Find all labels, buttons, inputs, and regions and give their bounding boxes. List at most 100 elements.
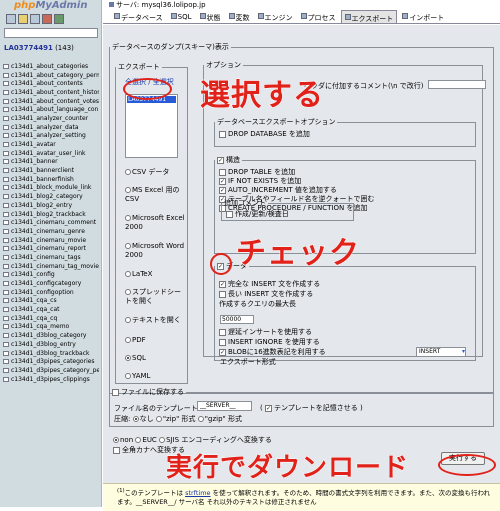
sidebar-table-label[interactable]: c134d1_bannerfinish [11,176,74,183]
table-icon[interactable] [3,237,9,243]
auto-increment-checkbox[interactable] [219,186,226,194]
table-icon[interactable] [3,115,9,121]
drop-database-option[interactable]: DROP DATABASE を追加 [219,129,310,139]
sidebar-table-item[interactable]: c134d1_cinemaru_genre [3,227,99,236]
format-word-2000[interactable]: Microsoft Word 2000 [125,242,187,260]
sidebar-table-item[interactable]: c134d1_d3blog_trackback [3,349,99,358]
filename-template-input[interactable]: __SERVER__ [197,401,252,411]
sidebar-table-item[interactable]: c134d1_about_category_perm [3,71,99,80]
sidebar-table-label[interactable]: c134d1_blog2_trackback [11,211,86,218]
sidebar-table-item[interactable]: c134d1_cqa_cs [3,297,99,306]
extended-insert-checkbox[interactable] [219,290,226,298]
if-not-exists-checkbox[interactable] [219,177,226,185]
radio-excel-2000[interactable] [125,215,131,221]
sidebar-table-item[interactable]: c134d1_about_content_votes [3,97,99,106]
timestamp-checkbox[interactable] [226,210,233,218]
table-icon[interactable] [3,289,9,295]
sidebar-table-label[interactable]: c134d1_avatar_user_link [11,150,85,157]
format-sql[interactable]: SQL [125,354,187,363]
table-icon[interactable] [3,211,9,217]
table-icon[interactable] [3,359,9,365]
table-icon[interactable] [3,107,9,113]
help-icon[interactable] [42,14,52,24]
compress-none-radio[interactable] [132,416,139,422]
sidebar-table-item[interactable]: c134d1_about_language_con [3,105,99,114]
sidebar-table-item[interactable]: c134d1_d3pipes_category_pe [3,366,99,375]
sidebar-table-label[interactable]: c134d1_config [11,271,55,278]
sidebar-table-label[interactable]: c134d1_analyzer_data [11,124,79,131]
sidebar-table-label[interactable]: c134d1_cinemaru_report [11,245,86,252]
table-icon[interactable] [3,333,9,339]
format-text[interactable]: テキストを開く [125,316,187,325]
sidebar-table-label[interactable]: c134d1_cinemaru_movie [11,237,86,244]
sidebar-table-item[interactable]: c134d1_d3blog_entry [3,340,99,349]
export-type-select[interactable]: INSERT ▾ [416,347,466,357]
sidebar-table-label[interactable]: c134d1_cinemaru_genre [11,228,85,235]
save-file-checkbox[interactable] [112,388,119,396]
sidebar-table-label[interactable]: c134d1_about_categories [11,63,88,70]
sidebar-table-item[interactable]: c134d1_about_categories [3,62,99,71]
sidebar-table-item[interactable]: c134d1_block_module_link [3,184,99,193]
refresh-icon[interactable] [54,14,64,24]
format-latex[interactable]: LaTeX [125,270,187,279]
format-excel-2000[interactable]: Microsoft Excel 2000 [125,214,187,232]
tab-variables[interactable]: 変数 [226,10,253,23]
table-icon[interactable] [3,202,9,208]
sidebar-table-label[interactable]: c134d1_d3blog_trackback [11,350,90,357]
radio-text[interactable] [125,317,131,323]
table-icon[interactable] [3,246,9,252]
format-spreadsheet[interactable]: スプレッドシートを開く [125,288,187,306]
delayed-insert-checkbox[interactable] [219,328,226,336]
table-icon[interactable] [3,176,9,182]
radio-spreadsheet[interactable] [125,289,131,295]
table-icon[interactable] [3,63,9,69]
insert-ignore-checkbox[interactable] [219,338,226,346]
charset-euc-radio[interactable] [135,437,142,443]
sidebar-table-item[interactable]: c134d1_analyzer_data [3,123,99,132]
sidebar-table-item[interactable]: c134d1_cinemaru_tag_movie [3,262,99,271]
sidebar-table-label[interactable]: c134d1_cinemaru_tags [11,254,81,261]
sql-query-icon[interactable] [18,14,28,24]
extended-insert-option[interactable]: 長い INSERT 文を作成する [219,289,313,299]
table-icon[interactable] [3,315,9,321]
docs-icon[interactable] [30,14,40,24]
drop-table-checkbox[interactable] [219,168,226,176]
sidebar-table-label[interactable]: c134d1_configcategory [11,280,81,287]
hex-blob-option[interactable]: BLOBに16進数表記を利用する [219,347,326,357]
sidebar-table-label[interactable]: c134d1_banner [11,158,58,165]
table-icon[interactable] [3,72,9,78]
sidebar-table-label[interactable]: c134d1_analyzer_setting [11,132,86,139]
table-icon[interactable] [3,281,9,287]
save-file-legend[interactable]: ファイルに保存する [110,387,186,397]
tab-sql[interactable]: SQL [168,10,195,23]
timestamp-option[interactable]: 作成/更新/検査日 [226,209,289,219]
table-icon[interactable] [3,142,9,148]
server-label[interactable]: サーバ: mysql36.lolipop.jp [116,1,206,9]
tab-import[interactable]: インポート [399,10,447,23]
structure-checkbox[interactable] [217,156,224,164]
header-comment-input[interactable] [428,80,486,89]
table-icon[interactable] [3,89,9,95]
database-select[interactable] [4,28,98,38]
table-icon[interactable] [3,272,9,278]
sidebar-table-item[interactable]: c134d1_analyzer_counter [3,114,99,123]
table-icon[interactable] [3,307,9,313]
table-icon[interactable] [3,254,9,260]
sidebar-table-label[interactable]: c134d1_blog2_entry [11,202,72,209]
sidebar-table-item[interactable]: c134d1_blog2_trackback [3,210,99,219]
sidebar-table-label[interactable]: c134d1_blog2_category [11,193,83,200]
sidebar-table-label[interactable]: c134d1_cqa_memo [11,323,69,330]
table-icon[interactable] [3,98,9,104]
phpmyadmin-logo[interactable]: phpMyAdmin [14,0,87,11]
hex-blob-checkbox[interactable] [219,348,226,356]
table-icon[interactable] [3,298,9,304]
sidebar-table-label[interactable]: c134d1_cinemaru_tag_movie [11,263,99,270]
home-icon[interactable] [6,14,16,24]
sidebar-table-item[interactable]: c134d1_d3blog_category [3,331,99,340]
sidebar-table-label[interactable]: c134d1_analyzer_counter [11,115,88,122]
current-database[interactable]: LA03774491 (143) [4,44,74,52]
sidebar-table-label[interactable]: c134d1_about_contents [11,80,83,87]
sidebar-table-item[interactable]: c134d1_bannerclient [3,166,99,175]
sidebar-table-label[interactable]: c134d1_cqa_cs [11,297,57,304]
format-yaml[interactable]: YAML [125,372,187,381]
